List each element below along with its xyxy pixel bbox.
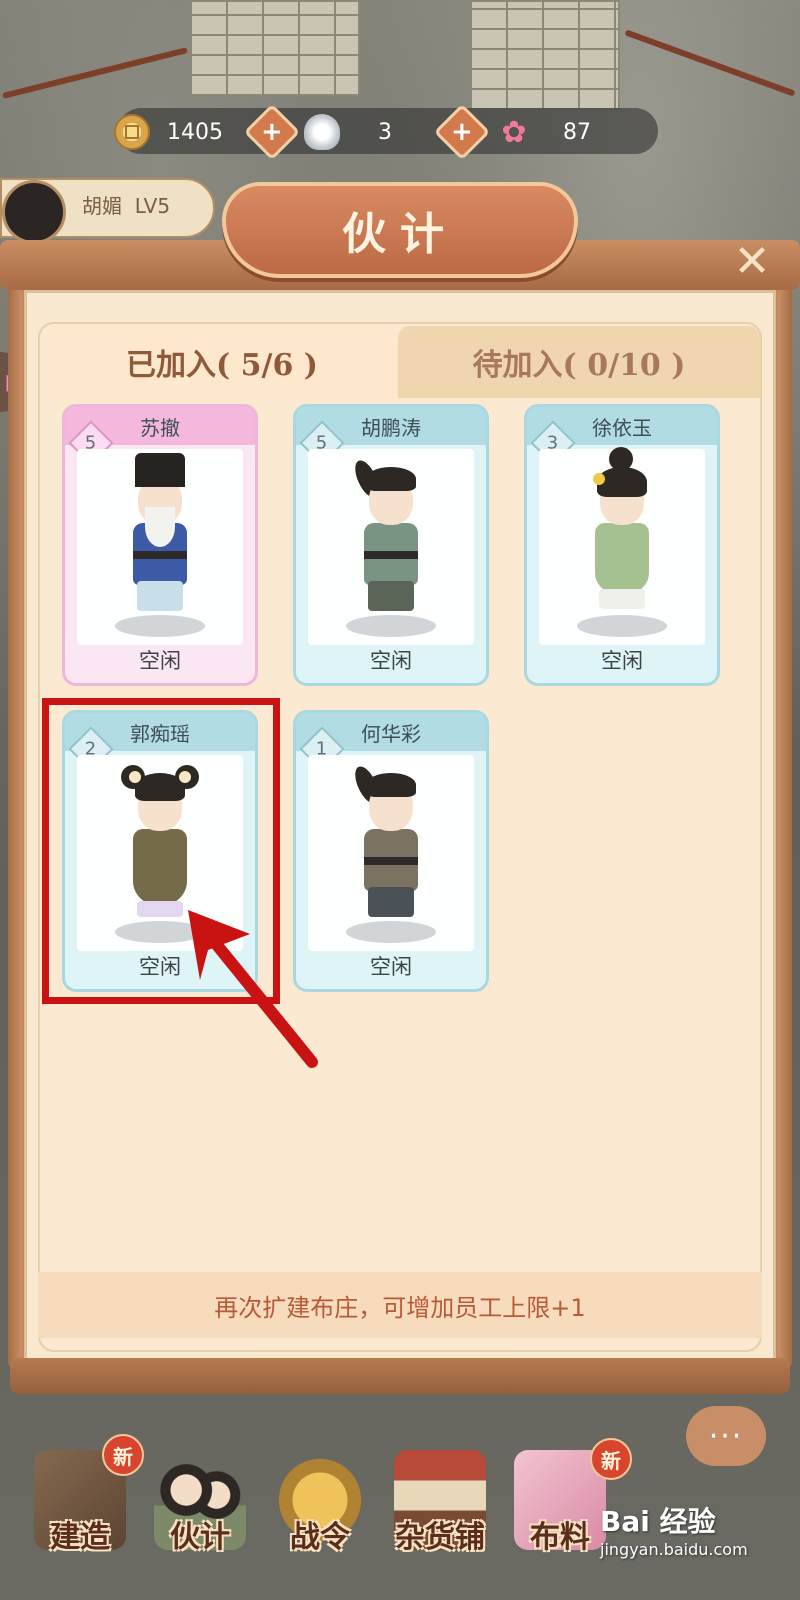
- nav-battle-pass-label: 战令: [290, 1520, 350, 1555]
- worker-portrait: [77, 449, 243, 645]
- new-badge: 新: [102, 1434, 144, 1476]
- coin-counter: 1405: [114, 112, 240, 152]
- worker-card[interactable]: 徐依玉 3 空闲: [524, 404, 720, 686]
- worker-status: 空闲: [370, 955, 412, 979]
- background-wall: [470, 0, 620, 110]
- worker-portrait: [308, 449, 474, 645]
- worker-portrait: [539, 447, 705, 645]
- silver-value: 3: [378, 119, 392, 145]
- panel-base: [10, 1358, 790, 1394]
- chat-button[interactable]: ···: [686, 1406, 766, 1466]
- player-name: 胡媚 LV5: [82, 194, 171, 218]
- silver-ingot-icon: [304, 114, 340, 150]
- background-wall: [190, 0, 360, 96]
- silver-counter: 3: [304, 112, 430, 152]
- coin-value: 1405: [167, 119, 223, 145]
- watermark: Bai 经验 jingyan.baidu.com: [600, 1505, 748, 1559]
- avatar[interactable]: [2, 180, 66, 244]
- worker-status: 空闲: [601, 649, 643, 673]
- worker-portrait: [308, 755, 474, 951]
- worker-status: 空闲: [370, 649, 412, 673]
- worker-status: 空闲: [139, 649, 181, 673]
- highlight-box: [42, 698, 280, 1004]
- flower-value: 87: [563, 119, 591, 145]
- nav-staff-label: 伙计: [170, 1520, 230, 1555]
- dialog-title: 伙计: [342, 209, 458, 260]
- player-level: LV5: [134, 194, 171, 218]
- flower-icon: ✿: [501, 114, 527, 150]
- new-badge: 新: [590, 1438, 632, 1480]
- dialog-title-plaque: 伙计: [222, 182, 578, 278]
- tab-pending[interactable]: 待加入( 0/10 ): [398, 326, 760, 398]
- worker-card[interactable]: 何华彩 1 空闲: [293, 710, 489, 992]
- flower-counter: ✿ 87: [496, 112, 622, 152]
- worker-card[interactable]: 胡鹏涛 5 空闲: [293, 404, 489, 686]
- nav-shop-label: 杂货铺: [395, 1520, 485, 1555]
- tab-joined[interactable]: 已加入( 5/6 ): [46, 326, 398, 398]
- nav-build-label: 建造: [50, 1520, 110, 1555]
- capacity-hint: 再次扩建布庄，可增加员工上限+1: [38, 1272, 762, 1338]
- worker-card[interactable]: 苏撤 5 空闲: [62, 404, 258, 686]
- close-icon[interactable]: ✕: [728, 238, 776, 286]
- coin-icon: [114, 114, 150, 150]
